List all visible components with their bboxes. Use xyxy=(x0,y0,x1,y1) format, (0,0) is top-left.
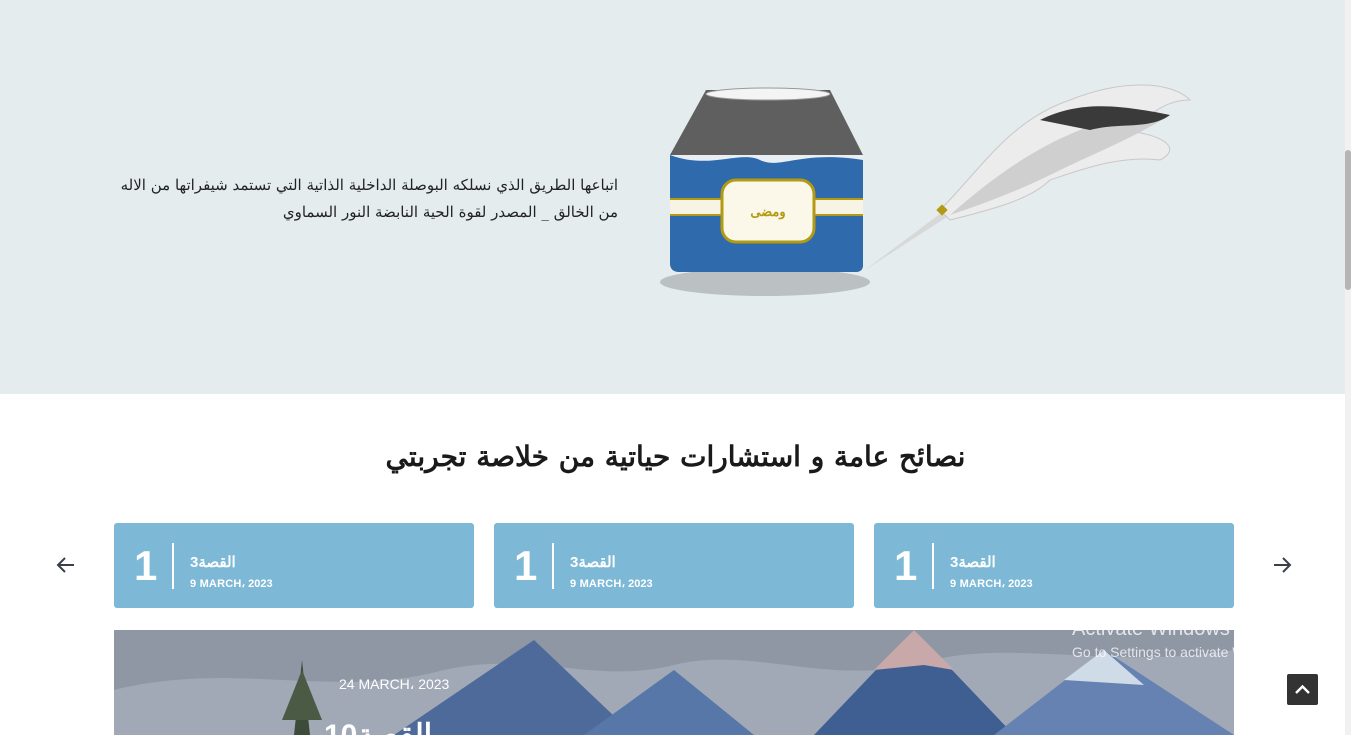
card-number: 1 xyxy=(894,542,918,589)
section-title: نصائح عامة و استشارات حياتية من خلاصة تج… xyxy=(385,440,966,473)
ink-jar-quill-illustration: ومضى xyxy=(660,84,1192,296)
featured-story-banner[interactable]: 24 MARCH، 2023 القصة10 xyxy=(114,630,1234,735)
card-number: 1 xyxy=(134,542,158,589)
card-date: 9 MARCH، 2023 xyxy=(190,578,273,590)
story-card[interactable]: 1 القصة3 9 MARCH، 2023 xyxy=(114,523,474,608)
ink-jar-icon xyxy=(670,87,863,272)
arrow-left-icon xyxy=(56,557,74,573)
card-number: 1 xyxy=(514,542,538,589)
quill-icon xyxy=(865,84,1192,270)
carousel-prev-button[interactable] xyxy=(54,553,78,577)
card-date: 9 MARCH، 2023 xyxy=(570,578,653,590)
arrow-right-icon xyxy=(1274,557,1292,573)
featured-story-title[interactable]: القصة10 xyxy=(324,718,432,735)
story-card[interactable]: 1 القصة3 9 MARCH، 2023 xyxy=(494,523,854,608)
hero-section: اتباعها الطريق الذي نسلكه البوصلة الداخل… xyxy=(0,0,1351,394)
scrollbar-thumb[interactable] xyxy=(1345,150,1351,290)
card-title[interactable]: القصة3 xyxy=(190,553,236,571)
page-scrollbar[interactable] xyxy=(1345,0,1351,735)
mountain-background-image xyxy=(114,630,1234,735)
card-divider xyxy=(552,543,554,589)
activate-windows-hint: Go to Settings to activate Windows. xyxy=(1072,644,1293,660)
card-title[interactable]: القصة3 xyxy=(950,553,996,571)
activate-windows-watermark: Activate Windows xyxy=(1072,618,1230,640)
back-to-top-button[interactable] xyxy=(1287,674,1318,705)
card-divider xyxy=(932,543,934,589)
hero-text: اتباعها الطريق الذي نسلكه البوصلة الداخل… xyxy=(120,176,618,221)
carousel-next-button[interactable] xyxy=(1270,553,1294,577)
jar-label: ومضى xyxy=(750,205,785,220)
card-title[interactable]: القصة3 xyxy=(570,553,616,571)
card-divider xyxy=(172,543,174,589)
card-date: 9 MARCH، 2023 xyxy=(950,578,1033,590)
story-card[interactable]: 1 القصة3 9 MARCH، 2023 xyxy=(874,523,1234,608)
chevron-up-icon xyxy=(1295,684,1310,694)
featured-story-date: 24 MARCH، 2023 xyxy=(339,676,450,692)
